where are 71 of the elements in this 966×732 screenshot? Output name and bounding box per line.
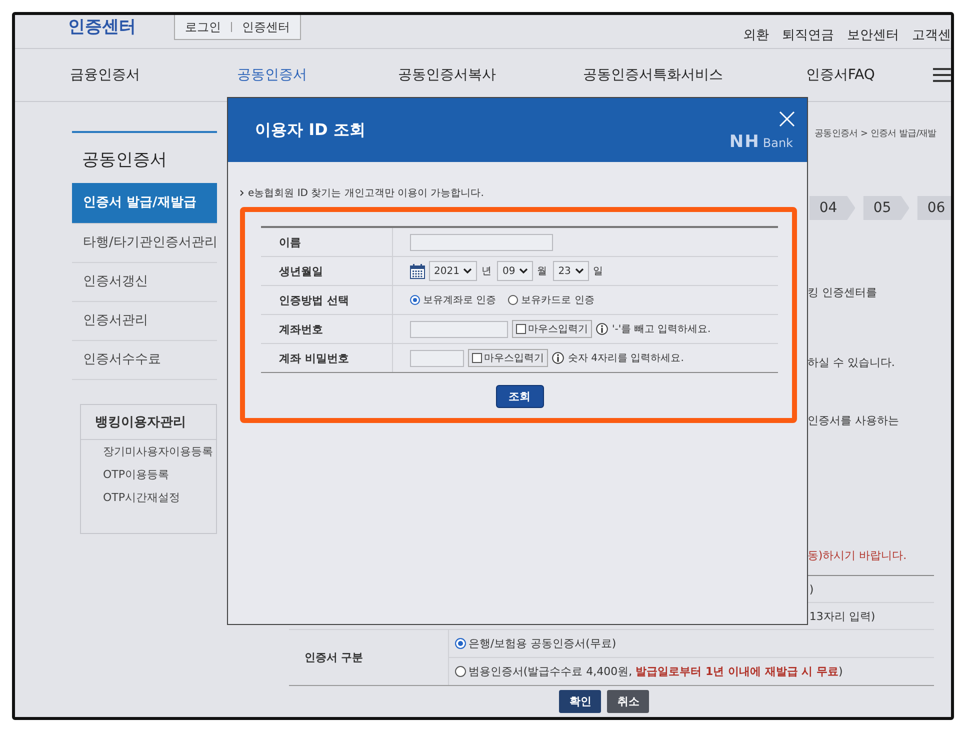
notice-text: e농협회원 ID 찾기는 개인고객만 이용이 가능합니다. [248, 187, 484, 200]
radio-button[interactable] [455, 666, 466, 677]
date-dropdown[interactable]: 23 [553, 261, 589, 281]
row-label: 인증서 구분 [289, 630, 450, 685]
nav-tab[interactable]: 공동인증서 [237, 66, 398, 84]
hint-text: '-'를 빼고 입력하세요. [612, 323, 711, 336]
bullet-icon [240, 190, 244, 196]
sidebar-item[interactable]: 인증서 발급/재발급 [72, 183, 218, 224]
panel-link[interactable]: OTP시간재설정 [81, 486, 216, 509]
radio-label: 보유카드로 인증 [521, 294, 594, 307]
hint-text: 숫자 4자리를 입력하세요. [568, 352, 684, 365]
brand-text: Bank [762, 136, 793, 150]
name-input[interactable] [410, 234, 553, 250]
sidebar-item[interactable]: 인증서관리 [72, 302, 218, 341]
info-icon [596, 323, 608, 335]
nav-tab[interactable]: 금융인증서 [70, 66, 238, 84]
body-text: 하실 수 있습니다. [807, 355, 896, 370]
site-logo[interactable]: 인증센터 [68, 15, 136, 38]
date-dropdown[interactable]: 2021 [429, 261, 478, 281]
date-unit: 년 [481, 265, 492, 278]
chevron-down-icon [519, 268, 528, 274]
field-label: 인증방법 선택 [261, 286, 393, 314]
search-button[interactable]: 조회 [496, 385, 544, 408]
nav-tab[interactable]: 공동인증서복사 [398, 66, 584, 84]
dialog-title: 이용자 ID 조회 [255, 120, 366, 140]
field-label: 이름 [261, 228, 393, 256]
body-text: 동)하시기 바랍니다. [807, 548, 908, 563]
sidebar-item[interactable]: 인증서갱신 [72, 263, 218, 302]
brand-logo: NH [729, 132, 760, 152]
password-input[interactable] [410, 350, 464, 366]
radio-button[interactable] [410, 295, 420, 305]
panel-title: 뱅킹이용자관리 [81, 405, 216, 440]
field-label: 계좌번호 [261, 315, 393, 343]
table-cell: ) [809, 582, 814, 596]
info-icon [552, 352, 564, 364]
header-link[interactable]: 로그인 [185, 18, 221, 36]
radio-label: 보유계좌로 인증 [423, 294, 496, 307]
utility-link[interactable]: 보안센터 [847, 26, 899, 44]
account-input[interactable] [410, 320, 508, 338]
keypad-toggle[interactable]: 마우스입력기 [468, 349, 548, 367]
sidebar-item[interactable]: 인증서수수료 [72, 341, 218, 380]
field-label: 생년월일 [261, 257, 393, 285]
breadcrumb: 공동인증서 > 인증서 발급/재발 [814, 128, 938, 140]
cancel-button[interactable]: 취소 [607, 690, 650, 713]
header-link[interactable]: 인증센터 [242, 18, 290, 36]
sidebar-item[interactable]: 타행/타기관인증서관리 [72, 224, 218, 263]
calendar-icon[interactable] [410, 264, 425, 278]
utility-link[interactable]: 고객센 [912, 26, 951, 44]
utility-link[interactable]: 퇴직연금 [782, 26, 834, 44]
nav-tab[interactable]: 인증서FAQ [806, 66, 934, 84]
table-cell: 13자리 입력) [809, 608, 876, 624]
panel-link[interactable]: OTP이용등록 [81, 463, 216, 486]
body-text: 인증서를 사용하는 [807, 413, 900, 428]
utility-link[interactable]: 외환 [743, 26, 769, 44]
chevron-down-icon [463, 268, 472, 274]
option-label: 범용인증서(발급수수료 4,400원, 발급일로부터 1년 이내에 재발급 시 무료) [468, 664, 843, 679]
body-text: 킹 인증센터를 [807, 285, 878, 300]
confirm-button[interactable]: 확인 [559, 690, 602, 713]
menu-icon[interactable] [933, 67, 951, 83]
chevron-down-icon [574, 268, 584, 274]
radio-button[interactable] [455, 638, 466, 649]
option-label: 은행/보험용 공동인증서(무료) [468, 636, 616, 651]
date-unit: 일 [592, 265, 603, 278]
field-label: 계좌 비밀번호 [261, 344, 393, 372]
radio-button[interactable] [508, 295, 518, 305]
keypad-toggle[interactable]: 마우스입력기 [512, 320, 592, 338]
date-dropdown[interactable]: 09 [497, 261, 534, 281]
panel-link[interactable]: 장기미사용자이용등록 [81, 440, 216, 463]
date-unit: 월 [537, 265, 548, 278]
nav-tab[interactable]: 공동인증서특화서비스 [583, 66, 806, 84]
close-icon[interactable] [779, 111, 795, 127]
